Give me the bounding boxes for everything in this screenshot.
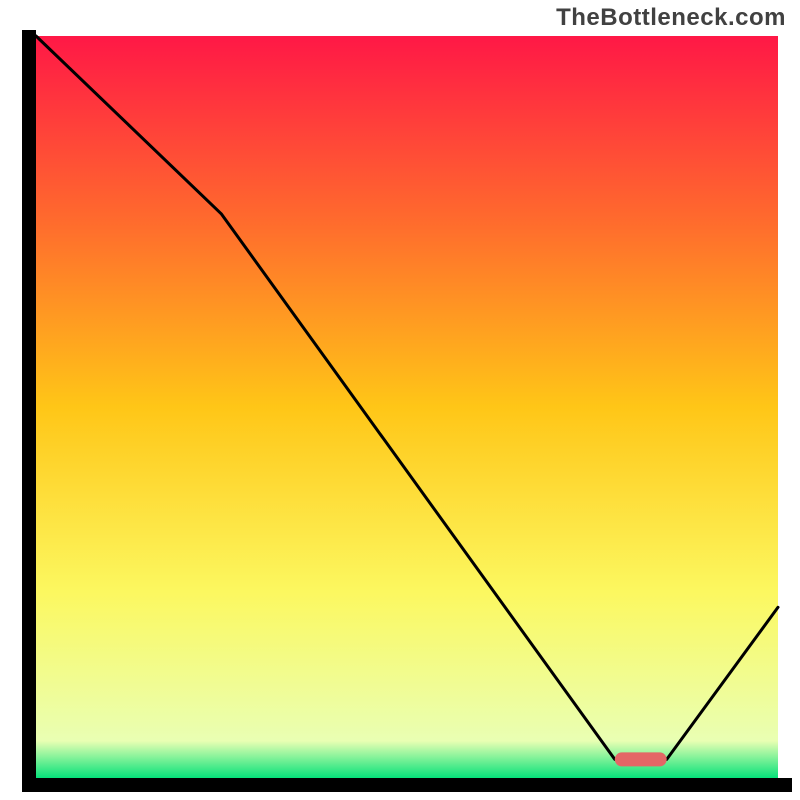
optimum-marker [615, 752, 667, 766]
watermark-text: TheBottleneck.com [556, 4, 786, 32]
bottleneck-chart [0, 0, 800, 800]
plot-background [36, 36, 778, 778]
chart-container: TheBottleneck.com [0, 0, 800, 800]
